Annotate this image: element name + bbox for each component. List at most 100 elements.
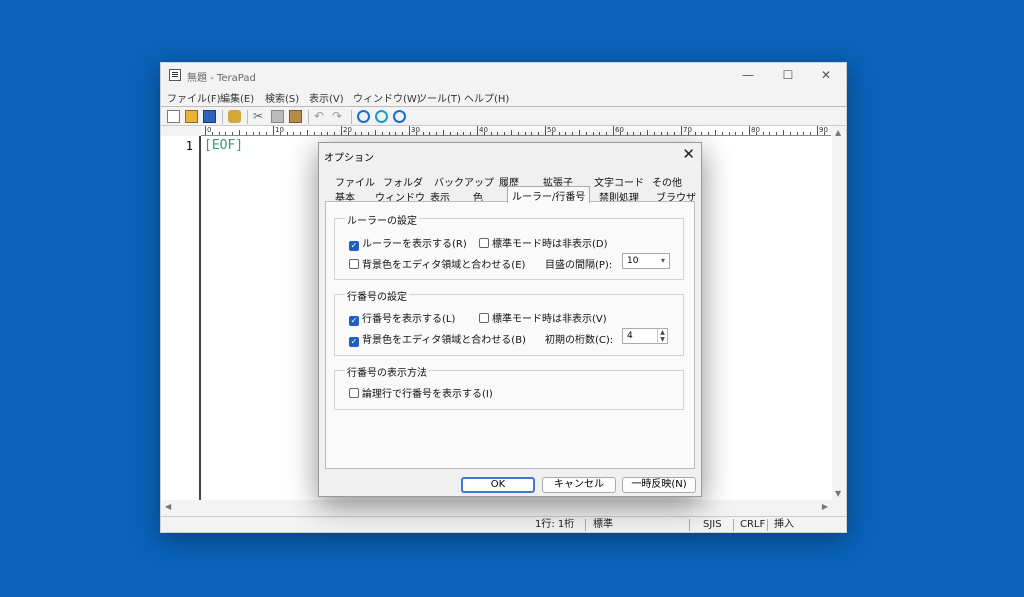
tab-folder[interactable]: フォルダ bbox=[383, 174, 423, 189]
tab-backup[interactable]: バックアップ bbox=[434, 174, 494, 189]
ruler-tick bbox=[762, 132, 764, 135]
cancel-button[interactable]: キャンセル bbox=[542, 477, 616, 493]
ruler-tick bbox=[388, 132, 390, 135]
ruler-tick bbox=[613, 126, 614, 135]
copy-icon[interactable] bbox=[271, 110, 284, 123]
redo-icon[interactable]: ↷ bbox=[332, 110, 345, 123]
menu-edit[interactable]: 編集(E) bbox=[220, 90, 254, 105]
ruler-tick bbox=[402, 132, 404, 135]
ruler-tick bbox=[660, 132, 662, 135]
ruler-tick bbox=[538, 132, 540, 135]
ruler-tick bbox=[211, 132, 213, 135]
title-bar[interactable]: 無題 - TeraPad — ☐ ✕ bbox=[161, 63, 846, 87]
linenumber-settings-group: 行番号の設定 ✓ 行番号を表示する(L) 標準モード時は非表示(V) ✓ 背景色をエ… bbox=[334, 288, 684, 356]
undo-icon[interactable]: ↶ bbox=[314, 110, 327, 123]
find-next-icon[interactable] bbox=[375, 110, 388, 123]
scroll-right-icon[interactable]: ▶ bbox=[822, 502, 828, 511]
vertical-scrollbar[interactable]: ▲ ▼ bbox=[832, 126, 846, 500]
linenumber-hide-standard-checkbox[interactable]: 標準モード時は非表示(V) bbox=[479, 310, 607, 325]
linenumber-bg-match-checkbox[interactable]: ✓ 背景色をエディタ領域と合わせる(B) bbox=[349, 331, 526, 347]
find-prev-icon[interactable] bbox=[393, 110, 406, 123]
terapad-app-icon bbox=[169, 69, 181, 81]
ruler-tick bbox=[368, 132, 370, 135]
ruler-tick bbox=[225, 132, 227, 135]
ruler-tick bbox=[497, 132, 499, 135]
ruler-tick bbox=[429, 132, 431, 135]
ruler-tick bbox=[334, 132, 336, 135]
ruler-tick bbox=[205, 126, 206, 135]
ruler-tick bbox=[436, 132, 438, 135]
window-title: 無題 - TeraPad bbox=[187, 73, 256, 84]
newline-type: CRLF bbox=[740, 519, 766, 530]
tab-file[interactable]: ファイル bbox=[335, 174, 375, 189]
tab-other[interactable]: その他 bbox=[652, 174, 682, 189]
ruler-tick bbox=[653, 132, 655, 135]
checkbox-icon bbox=[349, 259, 359, 269]
dialog-title: オプション bbox=[324, 153, 374, 164]
scroll-left-icon[interactable]: ◀ bbox=[165, 502, 171, 511]
ruler-tick bbox=[300, 132, 302, 135]
ruler-label: 0 bbox=[207, 126, 212, 134]
ruler-tick bbox=[517, 132, 519, 135]
line-number: 1 bbox=[185, 139, 193, 153]
minimize-button[interactable]: — bbox=[728, 63, 768, 87]
ruler-tick bbox=[783, 130, 784, 135]
ruler-interval-label: 目盛の間隔(P): bbox=[545, 260, 613, 271]
menu-view[interactable]: 表示(V) bbox=[309, 90, 344, 105]
ruler-tick bbox=[708, 132, 710, 135]
scroll-up-icon[interactable]: ▲ bbox=[835, 128, 841, 137]
logical-line-checkbox[interactable]: 論理行で行番号を表示する(I) bbox=[349, 385, 493, 400]
menu-search[interactable]: 検索(S) bbox=[265, 90, 299, 105]
ruler-label: 20 bbox=[343, 126, 352, 134]
ruler-tick bbox=[721, 132, 723, 135]
ruler-interval-select[interactable]: 10 ▾ bbox=[622, 253, 670, 269]
initial-digits-label: 初期の桁数(C): bbox=[545, 335, 614, 346]
print-icon[interactable] bbox=[228, 110, 241, 123]
ruler-tick bbox=[293, 132, 295, 135]
ruler-tick bbox=[218, 132, 220, 135]
ruler-tick bbox=[803, 132, 805, 135]
spin-arrows-icon[interactable]: ▲ ▼ bbox=[657, 329, 667, 343]
show-ruler-checkbox[interactable]: ✓ ルーラーを表示する(R) bbox=[349, 235, 467, 251]
encoding: SJIS bbox=[703, 519, 722, 530]
paste-icon[interactable] bbox=[289, 110, 302, 123]
ruler-bg-match-checkbox[interactable]: 背景色をエディタ領域と合わせる(E) bbox=[349, 256, 525, 271]
ruler-tick bbox=[286, 132, 288, 135]
tab-encoding[interactable]: 文字コード bbox=[594, 174, 644, 189]
ruler-tick bbox=[409, 126, 410, 135]
ruler-tick bbox=[735, 132, 737, 135]
ruler-tick bbox=[443, 130, 444, 135]
save-icon[interactable] bbox=[203, 110, 216, 123]
ruler-hide-standard-checkbox[interactable]: 標準モード時は非表示(D) bbox=[479, 235, 608, 250]
initial-digits-spinner[interactable]: 4 ▲ ▼ bbox=[622, 328, 668, 344]
ruler-tick bbox=[327, 132, 329, 135]
cursor-position: 1行: 1桁 bbox=[535, 519, 575, 530]
dialog-close-icon[interactable]: ✕ bbox=[682, 145, 695, 163]
ruler-tick bbox=[599, 132, 601, 135]
ruler-tick bbox=[524, 132, 526, 135]
menu-file[interactable]: ファイル(F) bbox=[167, 90, 221, 105]
find-icon[interactable] bbox=[357, 110, 370, 123]
cut-icon[interactable]: ✂ bbox=[253, 110, 266, 123]
toolbar: ✂ ↶ ↷ bbox=[161, 106, 846, 126]
show-linenumber-checkbox[interactable]: ✓ 行番号を表示する(L) bbox=[349, 310, 455, 326]
ruler-tick bbox=[579, 130, 580, 135]
ruler-tick bbox=[422, 132, 424, 135]
tab-ruler-linenumber[interactable]: ルーラー/行番号 bbox=[507, 186, 591, 203]
ruler-tick bbox=[320, 132, 322, 135]
open-folder-icon[interactable] bbox=[185, 110, 198, 123]
horizontal-scrollbar[interactable]: ◀ ▶ bbox=[161, 500, 846, 514]
menu-tools[interactable]: ツール(T) bbox=[417, 90, 461, 105]
maximize-button[interactable]: ☐ bbox=[768, 63, 808, 87]
ruler-label: 90 bbox=[819, 126, 828, 134]
apply-button[interactable]: 一時反映(N) bbox=[622, 477, 696, 493]
menu-help[interactable]: ヘルプ(H) bbox=[464, 90, 509, 105]
new-file-icon[interactable] bbox=[167, 110, 180, 123]
options-dialog: オプション ✕ ファイル フォルダ バックアップ 履歴 拡張子 文字コード その… bbox=[318, 142, 702, 497]
ok-button[interactable]: OK bbox=[461, 477, 535, 493]
ruler-settings-label: ルーラーの設定 bbox=[345, 212, 419, 227]
ruler-label: 40 bbox=[479, 126, 488, 134]
close-button[interactable]: ✕ bbox=[806, 63, 846, 87]
menu-window[interactable]: ウィンドウ(W) bbox=[353, 90, 421, 105]
scroll-down-icon[interactable]: ▼ bbox=[835, 489, 841, 498]
